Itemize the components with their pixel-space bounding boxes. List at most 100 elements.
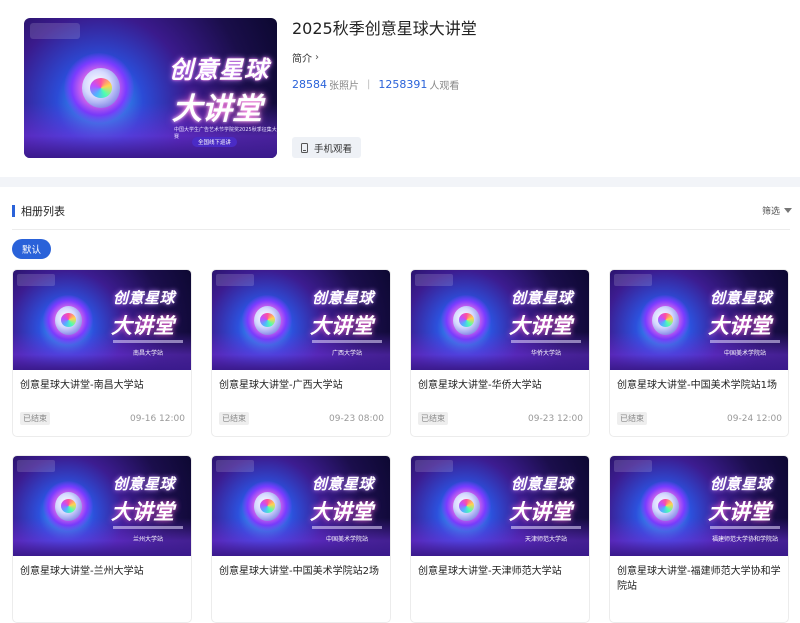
album-card[interactable]: 创意星球 大讲堂 天津师范大学站 创意星球大讲堂-天津师范大学站 — [410, 455, 590, 623]
filter-label: 筛选 — [761, 207, 780, 217]
thumbnail-title-line1: 创意星球 — [113, 289, 176, 307]
thumbnail-title-line1: 创意星球 — [312, 289, 375, 307]
album-card[interactable]: 创意星球 大讲堂 中国美术学院站 创意星球大讲堂-中国美术学院站2场 — [211, 455, 391, 623]
event-title: 2025秋季创意星球大讲堂 — [292, 19, 477, 38]
album-thumbnail[interactable]: 创意星球 大讲堂 兰州大学站 — [13, 456, 191, 556]
album-time: 09-24 12:00 — [727, 413, 782, 424]
thumbnail-title-line2: 大讲堂 — [708, 314, 771, 338]
thumbnail-title-line2: 大讲堂 — [111, 314, 174, 338]
album-title[interactable]: 创意星球大讲堂-广西大学站 — [212, 370, 390, 410]
photo-unit: 张照片 — [329, 81, 359, 92]
album-title[interactable]: 创意星球大讲堂-中国美术学院站1场 — [610, 370, 788, 410]
thumbnail-title-line1: 创意星球 — [511, 475, 574, 493]
album-title[interactable]: 创意星球大讲堂-福建师范大学协和学院站 — [610, 556, 788, 596]
album-meta: 已结束 09-23 12:00 — [418, 412, 583, 425]
album-meta: 已结束 09-24 12:00 — [617, 412, 782, 425]
organizer-logo — [216, 460, 254, 472]
thumbnail-venue: 福建师范大学协和学院站 — [711, 536, 778, 543]
organizer-logo — [216, 274, 254, 286]
cover-title-line1: 创意星球 — [169, 56, 269, 84]
album-title[interactable]: 创意星球大讲堂-中国美术学院站2场 — [212, 556, 390, 596]
astronaut-mascot — [55, 492, 82, 521]
thumbnail-subtitle-strip — [511, 340, 581, 343]
status-badge: 已结束 — [20, 412, 50, 425]
thumbnail-title-line1: 创意星球 — [710, 475, 773, 493]
intro-link[interactable]: 简介 › — [292, 50, 780, 65]
album-thumbnail[interactable]: 创意星球 大讲堂 华侨大学站 — [411, 270, 589, 370]
album-meta: 已结束 09-16 12:00 — [20, 412, 185, 425]
album-thumbnail[interactable]: 创意星球 大讲堂 福建师范大学协和学院站 — [610, 456, 788, 556]
cover-badge: 全国线下巡讲 — [192, 137, 238, 147]
astronaut-mascot — [453, 306, 480, 335]
thumbnail-title-line2: 大讲堂 — [310, 500, 373, 524]
astronaut-mascot — [254, 492, 281, 521]
thumbnail-venue: 天津师范大学站 — [524, 536, 567, 543]
thumbnail-subtitle-strip — [312, 526, 382, 529]
thumbnail-title-line1: 创意星球 — [511, 289, 574, 307]
thumbnail-title-line2: 大讲堂 — [310, 314, 373, 338]
sort-default-tab[interactable]: 默认 — [12, 239, 52, 259]
organizer-logo — [614, 274, 652, 286]
thumbnail-title-line2: 大讲堂 — [708, 500, 771, 524]
view-count: 1258391 — [378, 78, 428, 91]
album-time: 09-23 08:00 — [329, 413, 384, 424]
thumbnail-venue: 中国美术学院站 — [325, 536, 368, 543]
album-title[interactable]: 创意星球大讲堂-南昌大学站 — [13, 370, 191, 410]
chevron-right-icon: › — [315, 52, 319, 63]
section-accent-bar — [12, 205, 15, 217]
funnel-icon — [784, 208, 792, 213]
event-header: 创意星球 大讲堂 中国大学生广告艺术节学院奖2025秋季征集大赛 全国线下巡讲 … — [0, 0, 800, 177]
album-thumbnail[interactable]: 创意星球 大讲堂 南昌大学站 — [13, 270, 191, 370]
thumbnail-subtitle-strip — [710, 526, 780, 529]
album-thumbnail[interactable]: 创意星球 大讲堂 中国美术学院站 — [610, 270, 788, 370]
album-card[interactable]: 创意星球 大讲堂 华侨大学站 创意星球大讲堂-华侨大学站 已结束 09-23 1… — [410, 269, 590, 437]
album-card[interactable]: 创意星球 大讲堂 中国美术学院站 创意星球大讲堂-中国美术学院站1场 已结束 0… — [609, 269, 789, 437]
thumbnail-venue: 中国美术学院站 — [723, 350, 766, 357]
mobile-view-label: 手机观看 — [314, 143, 353, 155]
thumbnail-venue: 广西大学站 — [331, 350, 362, 357]
stats-divider: | — [367, 79, 371, 90]
thumbnail-title-line1: 创意星球 — [312, 475, 375, 493]
thumbnail-title-line2: 大讲堂 — [509, 314, 572, 338]
album-thumbnail[interactable]: 创意星球 大讲堂 中国美术学院站 — [212, 456, 390, 556]
thumbnail-subtitle-strip — [710, 340, 780, 343]
cover-title-line2: 大讲堂 — [172, 92, 262, 127]
event-cover-image[interactable]: 创意星球 大讲堂 中国大学生广告艺术节学院奖2025秋季征集大赛 全国线下巡讲 — [24, 18, 277, 158]
mobile-view-button[interactable]: 手机观看 — [292, 137, 362, 158]
thumbnail-subtitle-strip — [511, 526, 581, 529]
album-card[interactable]: 创意星球 大讲堂 南昌大学站 创意星球大讲堂-南昌大学站 已结束 09-16 1… — [12, 269, 192, 437]
album-title[interactable]: 创意星球大讲堂-华侨大学站 — [411, 370, 589, 410]
intro-label: 简介 — [292, 54, 312, 65]
album-thumbnail[interactable]: 创意星球 大讲堂 广西大学站 — [212, 270, 390, 370]
album-card[interactable]: 创意星球 大讲堂 兰州大学站 创意星球大讲堂-兰州大学站 — [12, 455, 192, 623]
astronaut-mascot — [652, 306, 679, 335]
organizer-logo — [614, 460, 652, 472]
status-badge: 已结束 — [617, 412, 647, 425]
album-section-header: 相册列表 — [12, 203, 790, 219]
thumbnail-subtitle-strip — [113, 526, 183, 529]
status-badge: 已结束 — [418, 412, 448, 425]
organizer-logo — [30, 23, 80, 39]
album-thumbnail[interactable]: 创意星球 大讲堂 天津师范大学站 — [411, 456, 589, 556]
thumbnail-subtitle-strip — [113, 340, 183, 343]
thumbnail-title-line2: 大讲堂 — [111, 500, 174, 524]
thumbnail-title-line1: 创意星球 — [113, 475, 176, 493]
thumbnail-title-line1: 创意星球 — [710, 289, 773, 307]
filter-button[interactable]: 筛选 — [762, 204, 792, 217]
album-title[interactable]: 创意星球大讲堂-天津师范大学站 — [411, 556, 589, 596]
album-card[interactable]: 创意星球 大讲堂 广西大学站 创意星球大讲堂-广西大学站 已结束 09-23 0… — [211, 269, 391, 437]
event-stats: 28584 张照片 | 1258391 人观看 — [292, 77, 780, 92]
event-info: 2025秋季创意星球大讲堂 简介 › 28584 张照片 | 1258391 人… — [292, 18, 780, 92]
section-divider — [12, 229, 790, 230]
album-title[interactable]: 创意星球大讲堂-兰州大学站 — [13, 556, 191, 596]
status-badge: 已结束 — [219, 412, 249, 425]
thumbnail-subtitle-strip — [312, 340, 382, 343]
album-card[interactable]: 创意星球 大讲堂 福建师范大学协和学院站 创意星球大讲堂-福建师范大学协和学院站 — [609, 455, 789, 623]
phone-icon — [301, 142, 308, 153]
album-meta: 已结束 09-23 08:00 — [219, 412, 384, 425]
organizer-logo — [415, 274, 453, 286]
astronaut-mascot — [254, 306, 281, 335]
astronaut-mascot — [82, 68, 120, 108]
organizer-logo — [17, 460, 55, 472]
thumbnail-title-line2: 大讲堂 — [509, 500, 572, 524]
